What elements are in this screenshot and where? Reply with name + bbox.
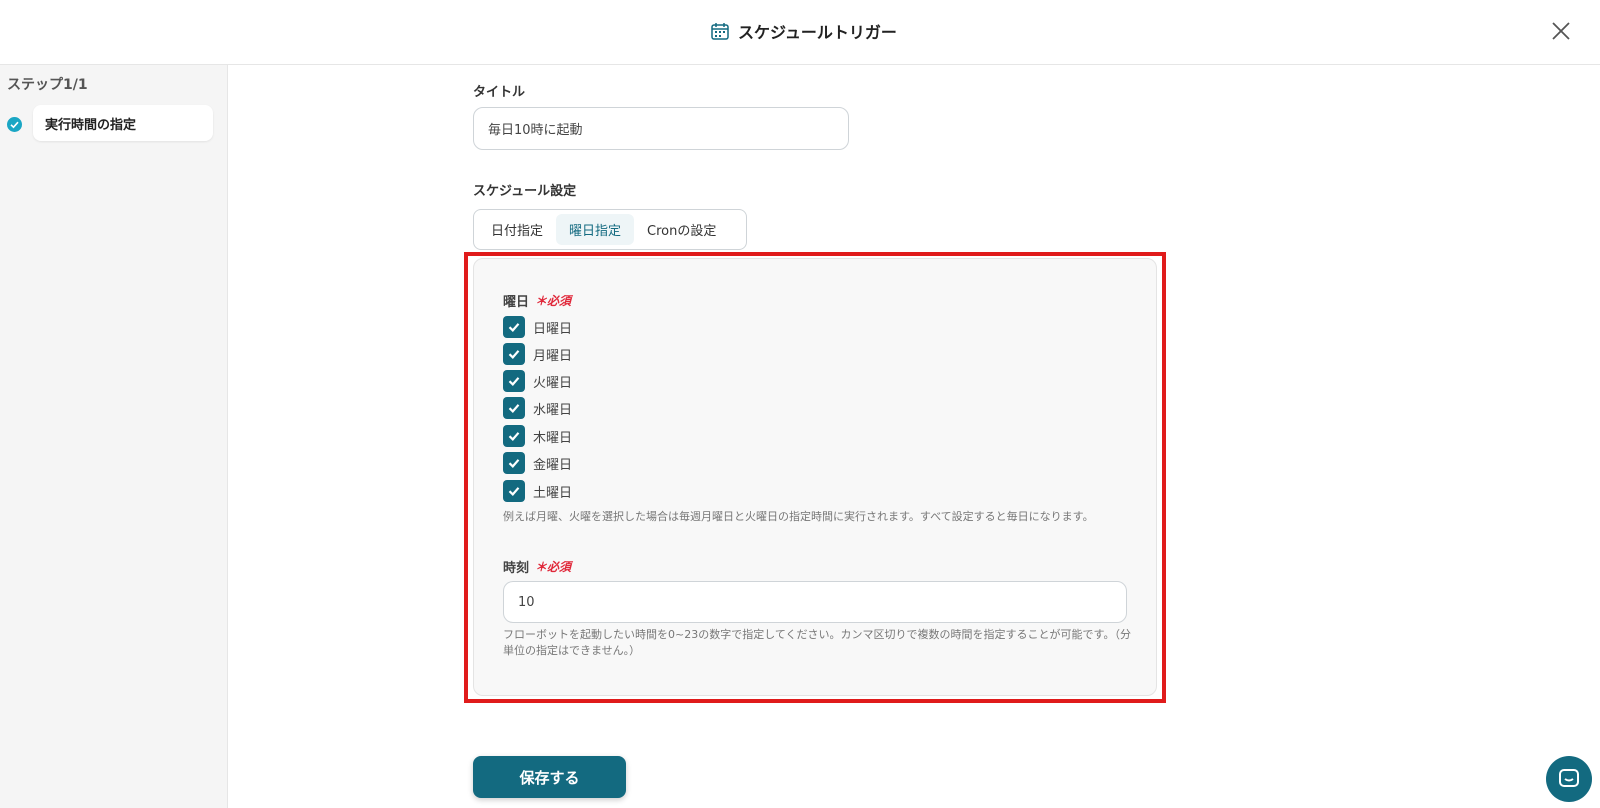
checkbox[interactable] bbox=[503, 343, 525, 365]
checkbox-saturday[interactable]: 土曜日 bbox=[503, 480, 572, 502]
tab-weekday[interactable]: 曜日指定 bbox=[556, 214, 635, 245]
checkmark-icon bbox=[508, 404, 520, 414]
weekday-help-text: 例えば月曜、火曜を選択した場合は毎週月曜日と火曜日の指定時間に実行されます。すべ… bbox=[503, 510, 1094, 523]
weekday-label-group: 曜日 ＊必須 bbox=[503, 291, 571, 310]
header-title-group: スケジュールトリガー bbox=[710, 18, 897, 44]
checkbox-label: 日曜日 bbox=[533, 321, 573, 337]
weekday-settings-panel: 曜日 ＊必須 日曜日 月曜日 火曜日 水曜日 木曜日 金曜日 土曜日 例えば月曜… bbox=[473, 258, 1157, 696]
weekday-label: 曜日 bbox=[503, 295, 530, 310]
checkbox-friday[interactable]: 金曜日 bbox=[503, 452, 572, 474]
close-button[interactable] bbox=[1548, 18, 1574, 44]
checkmark-icon bbox=[508, 487, 520, 497]
save-button[interactable]: 保存する bbox=[473, 756, 626, 798]
checkmark-icon bbox=[508, 377, 520, 387]
required-badge: ＊必須 bbox=[535, 294, 572, 308]
checkbox[interactable] bbox=[503, 316, 525, 338]
time-label-group: 時刻 ＊必須 bbox=[503, 557, 571, 576]
calendar-icon bbox=[711, 23, 729, 40]
schedule-tabs: 日付指定 曜日指定 Cronの設定 bbox=[473, 209, 747, 250]
checkmark-icon bbox=[508, 350, 520, 360]
checkbox-sunday[interactable]: 日曜日 bbox=[503, 316, 572, 338]
step-counter: ステップ1/1 bbox=[7, 77, 88, 93]
time-help-line2: 単位の指定はできません。） bbox=[503, 644, 641, 657]
close-icon bbox=[1552, 22, 1570, 40]
chat-support-button[interactable] bbox=[1546, 756, 1592, 802]
schedule-label: スケジュール設定 bbox=[473, 184, 577, 199]
checkbox[interactable] bbox=[503, 452, 525, 474]
required-badge: ＊必須 bbox=[535, 560, 572, 574]
chat-icon bbox=[1559, 769, 1579, 787]
time-input[interactable] bbox=[503, 581, 1127, 623]
checkbox[interactable] bbox=[503, 480, 525, 502]
sidebar-step-execution-time[interactable]: 実行時間の指定 bbox=[33, 105, 213, 141]
checkmark-icon bbox=[508, 459, 520, 469]
tab-cron[interactable]: Cronの設定 bbox=[634, 214, 729, 245]
checkbox[interactable] bbox=[503, 397, 525, 419]
page-title: スケジュールトリガー bbox=[738, 23, 897, 42]
checkbox-thursday[interactable]: 木曜日 bbox=[503, 425, 572, 447]
checkbox-label: 土曜日 bbox=[533, 485, 573, 501]
time-help-line1: フローボットを起動したい時間を0~23の数字で指定してください。カンマ区切りで複… bbox=[503, 628, 1131, 641]
checkmark-icon bbox=[508, 432, 520, 442]
checkbox-wednesday[interactable]: 水曜日 bbox=[503, 397, 572, 419]
checkbox-label: 水曜日 bbox=[533, 402, 573, 418]
tab-date[interactable]: 日付指定 bbox=[478, 214, 556, 245]
checkbox[interactable] bbox=[503, 425, 525, 447]
title-input[interactable] bbox=[473, 107, 849, 150]
check-circle-icon bbox=[7, 117, 22, 132]
step-sidebar: ステップ1/1 実行時間の指定 bbox=[0, 65, 228, 808]
time-label: 時刻 bbox=[503, 561, 530, 576]
checkbox[interactable] bbox=[503, 370, 525, 392]
checkmark-icon bbox=[508, 323, 520, 333]
checkbox-monday[interactable]: 月曜日 bbox=[503, 343, 572, 365]
main-content: タイトル スケジュール設定 日付指定 曜日指定 Cronの設定 曜日 ＊必須 日… bbox=[228, 65, 1600, 808]
title-label: タイトル bbox=[473, 85, 526, 100]
checkbox-label: 木曜日 bbox=[533, 430, 573, 446]
modal-header: スケジュールトリガー bbox=[0, 0, 1600, 65]
checkbox-label: 火曜日 bbox=[533, 375, 573, 391]
checkbox-label: 金曜日 bbox=[533, 457, 573, 473]
checkbox-label: 月曜日 bbox=[533, 348, 573, 364]
checkbox-tuesday[interactable]: 火曜日 bbox=[503, 370, 572, 392]
